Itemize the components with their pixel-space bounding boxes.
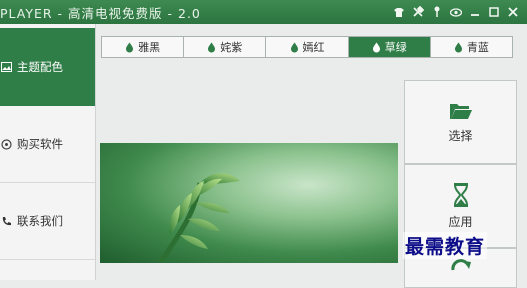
apply-label: 应用 (448, 214, 473, 229)
drop-icon (454, 42, 462, 52)
sidebar: 主题配色 购买软件 联系我们 (0, 24, 96, 280)
select-button[interactable]: 选择 (404, 80, 517, 164)
hourglass-icon (453, 182, 468, 207)
sidebar-item-theme[interactable]: 主题配色 (0, 28, 95, 106)
title-bar-controls (393, 0, 519, 24)
coin-icon (0, 138, 13, 151)
window-title: PLAYER - 高清电视免费版 - 2.0 (0, 5, 201, 21)
tab-label: 姹紫 (220, 41, 243, 54)
select-label: 选择 (448, 128, 473, 143)
tab-label: 嫣红 (302, 41, 325, 54)
tab-caolv[interactable]: 草绿 (348, 37, 431, 57)
minimize-icon[interactable] (469, 5, 481, 19)
sidebar-item-label: 主题配色 (17, 60, 63, 74)
sidebar-item-label: 购买软件 (17, 137, 63, 151)
refresh-icon (450, 259, 471, 271)
folder-icon (449, 103, 472, 119)
title-bar: PLAYER - 高清电视免费版 - 2.0 (0, 0, 527, 24)
color-tabs: 雅黑 姹紫 嫣红 草绿 青蓝 (101, 36, 513, 58)
drop-icon (208, 42, 216, 52)
sidebar-item-buy[interactable]: 购买软件 (0, 106, 95, 183)
pin-icon[interactable] (431, 5, 443, 19)
tab-label: 草绿 (384, 41, 407, 54)
phone-icon (0, 215, 13, 228)
eye-icon[interactable] (450, 5, 462, 19)
image-icon (0, 61, 13, 74)
watermark: 最需教育 (403, 232, 488, 259)
tab-yahei[interactable]: 雅黑 (102, 37, 185, 57)
tab-label: 青蓝 (466, 41, 489, 54)
settings-icon[interactable] (412, 5, 424, 19)
maximize-icon[interactable] (488, 5, 500, 19)
skin-icon[interactable] (393, 5, 405, 19)
close-icon[interactable] (507, 5, 519, 19)
tab-label: 雅黑 (138, 41, 161, 54)
tab-qinglan[interactable]: 青蓝 (431, 37, 512, 57)
theme-preview-image (100, 143, 398, 263)
sidebar-item-label: 联系我们 (17, 214, 63, 228)
drop-icon (290, 42, 298, 52)
drop-icon (126, 42, 134, 52)
tab-yanhong[interactable]: 嫣红 (266, 37, 349, 57)
tab-zizi[interactable]: 姹紫 (184, 37, 267, 57)
sidebar-item-contact[interactable]: 联系我们 (0, 183, 95, 260)
drop-icon (372, 42, 380, 52)
